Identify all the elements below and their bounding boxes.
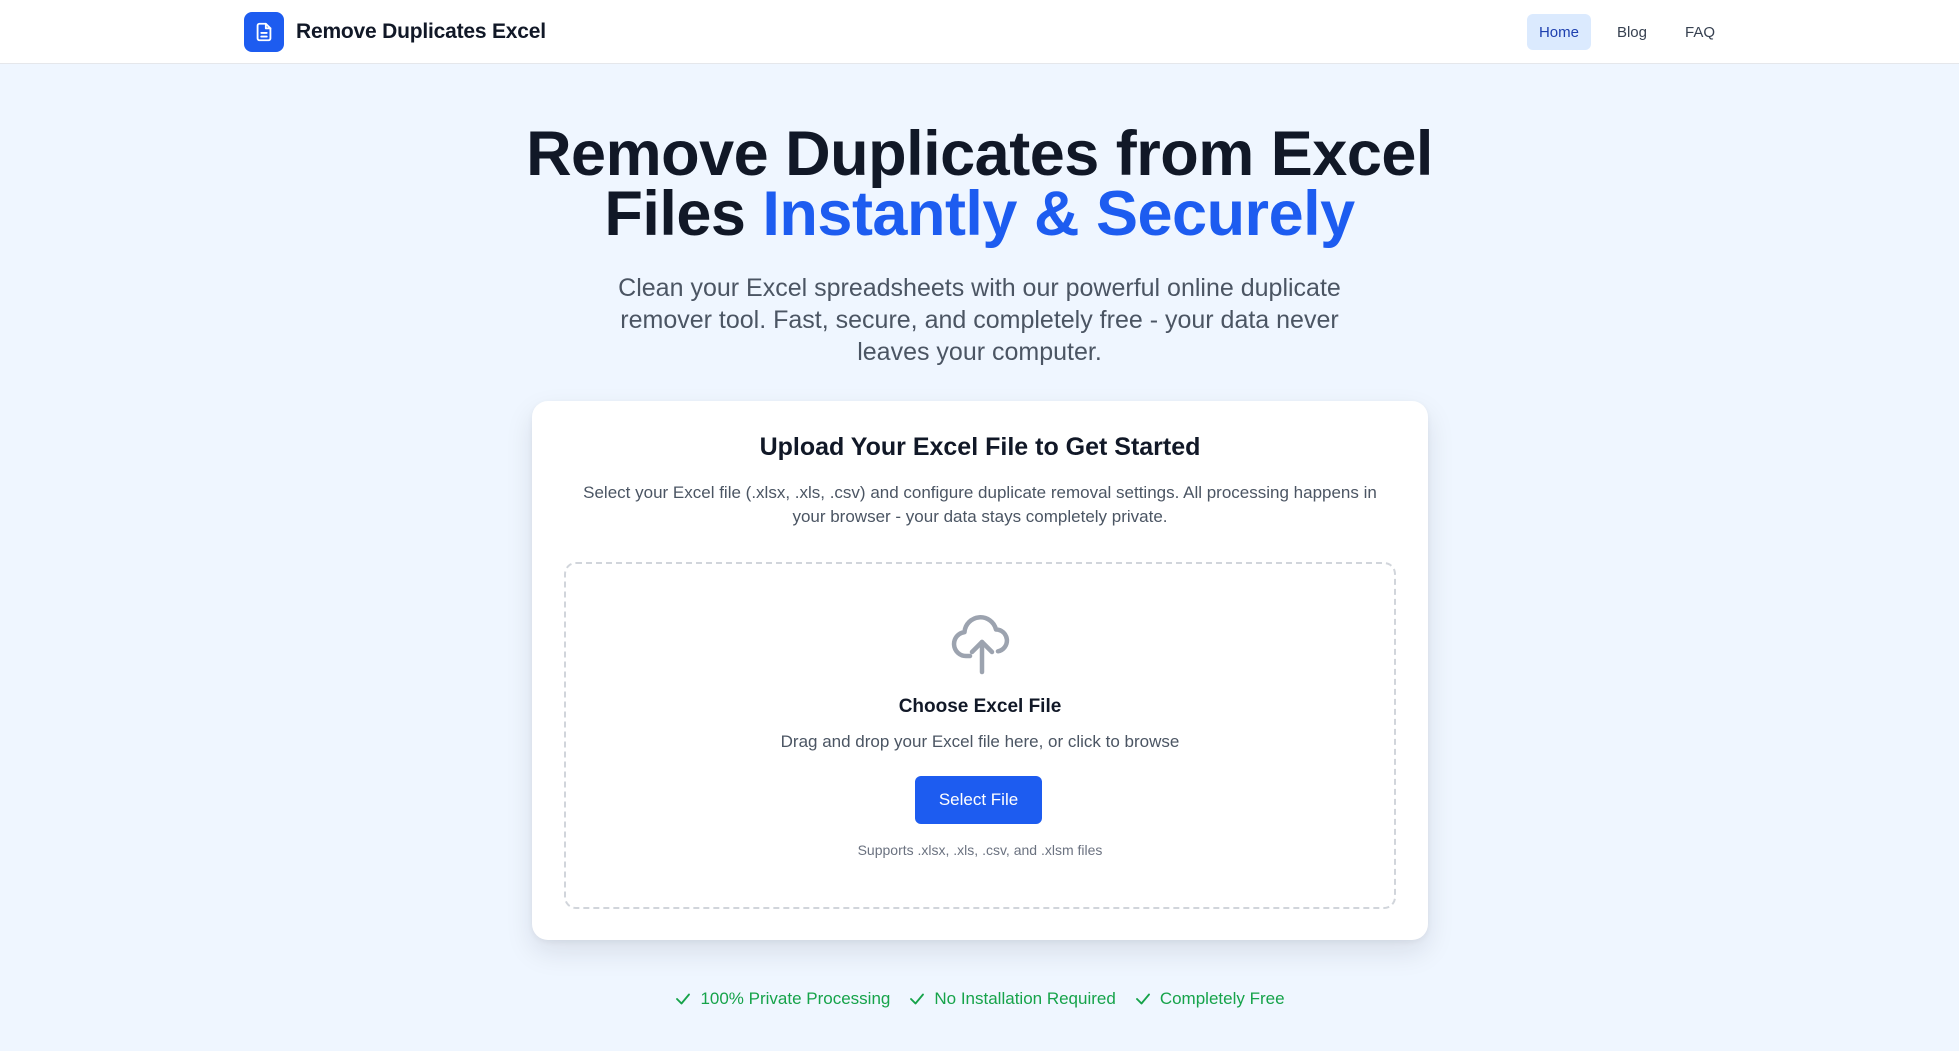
document-icon	[244, 12, 284, 52]
brand-name: Remove Duplicates Excel	[296, 20, 546, 43]
file-dropzone[interactable]: Choose Excel File Drag and drop your Exc…	[564, 562, 1396, 909]
feature-item: 100% Private Processing	[674, 989, 890, 1009]
feature-item: Completely Free	[1134, 989, 1285, 1009]
upload-card: Upload Your Excel File to Get Started Se…	[532, 401, 1428, 940]
hero-title: Remove Duplicates from Excel Files Insta…	[0, 123, 1959, 246]
hero-title-line2: Files	[604, 179, 763, 249]
dropzone-title: Choose Excel File	[898, 696, 1062, 717]
feature-list: 100% Private Processing No Installation …	[0, 989, 1959, 1009]
upload-card-title: Upload Your Excel File to Get Started	[759, 433, 1201, 461]
check-icon	[676, 993, 691, 1005]
upload-card-description: Select your Excel file (.xlsx, .xls, .cs…	[583, 483, 1377, 526]
check-icon	[910, 993, 925, 1005]
feature-label: 100% Private Processing	[700, 989, 891, 1008]
hero-title-accent: Instantly & Securely	[762, 179, 1355, 249]
nav-faq-link[interactable]: FAQ	[1673, 14, 1727, 50]
feature-item: No Installation Required	[908, 989, 1116, 1009]
feature-label: No Installation Required	[934, 989, 1116, 1008]
nav-blog-link[interactable]: Blog	[1605, 14, 1659, 50]
top-navigation-bar: Remove Duplicates Excel Home Blog FAQ	[0, 0, 1959, 64]
select-file-button[interactable]: Select File	[915, 776, 1042, 824]
hero-subtitle: Clean your Excel spreadsheets with our p…	[618, 274, 1341, 366]
brand-link[interactable]: Remove Duplicates Excel	[244, 12, 546, 52]
supported-formats-text: Supports .xlsx, .xls, .csv, and .xlsm fi…	[857, 842, 1103, 858]
main-nav: Home Blog FAQ	[1526, 14, 1727, 50]
nav-home-link[interactable]: Home	[1526, 14, 1591, 50]
check-icon	[1135, 993, 1150, 1005]
feature-label: Completely Free	[1159, 989, 1285, 1008]
cloud-upload-icon	[951, 615, 1010, 675]
dropzone-hint: Drag and drop your Excel file here, or c…	[780, 732, 1180, 751]
